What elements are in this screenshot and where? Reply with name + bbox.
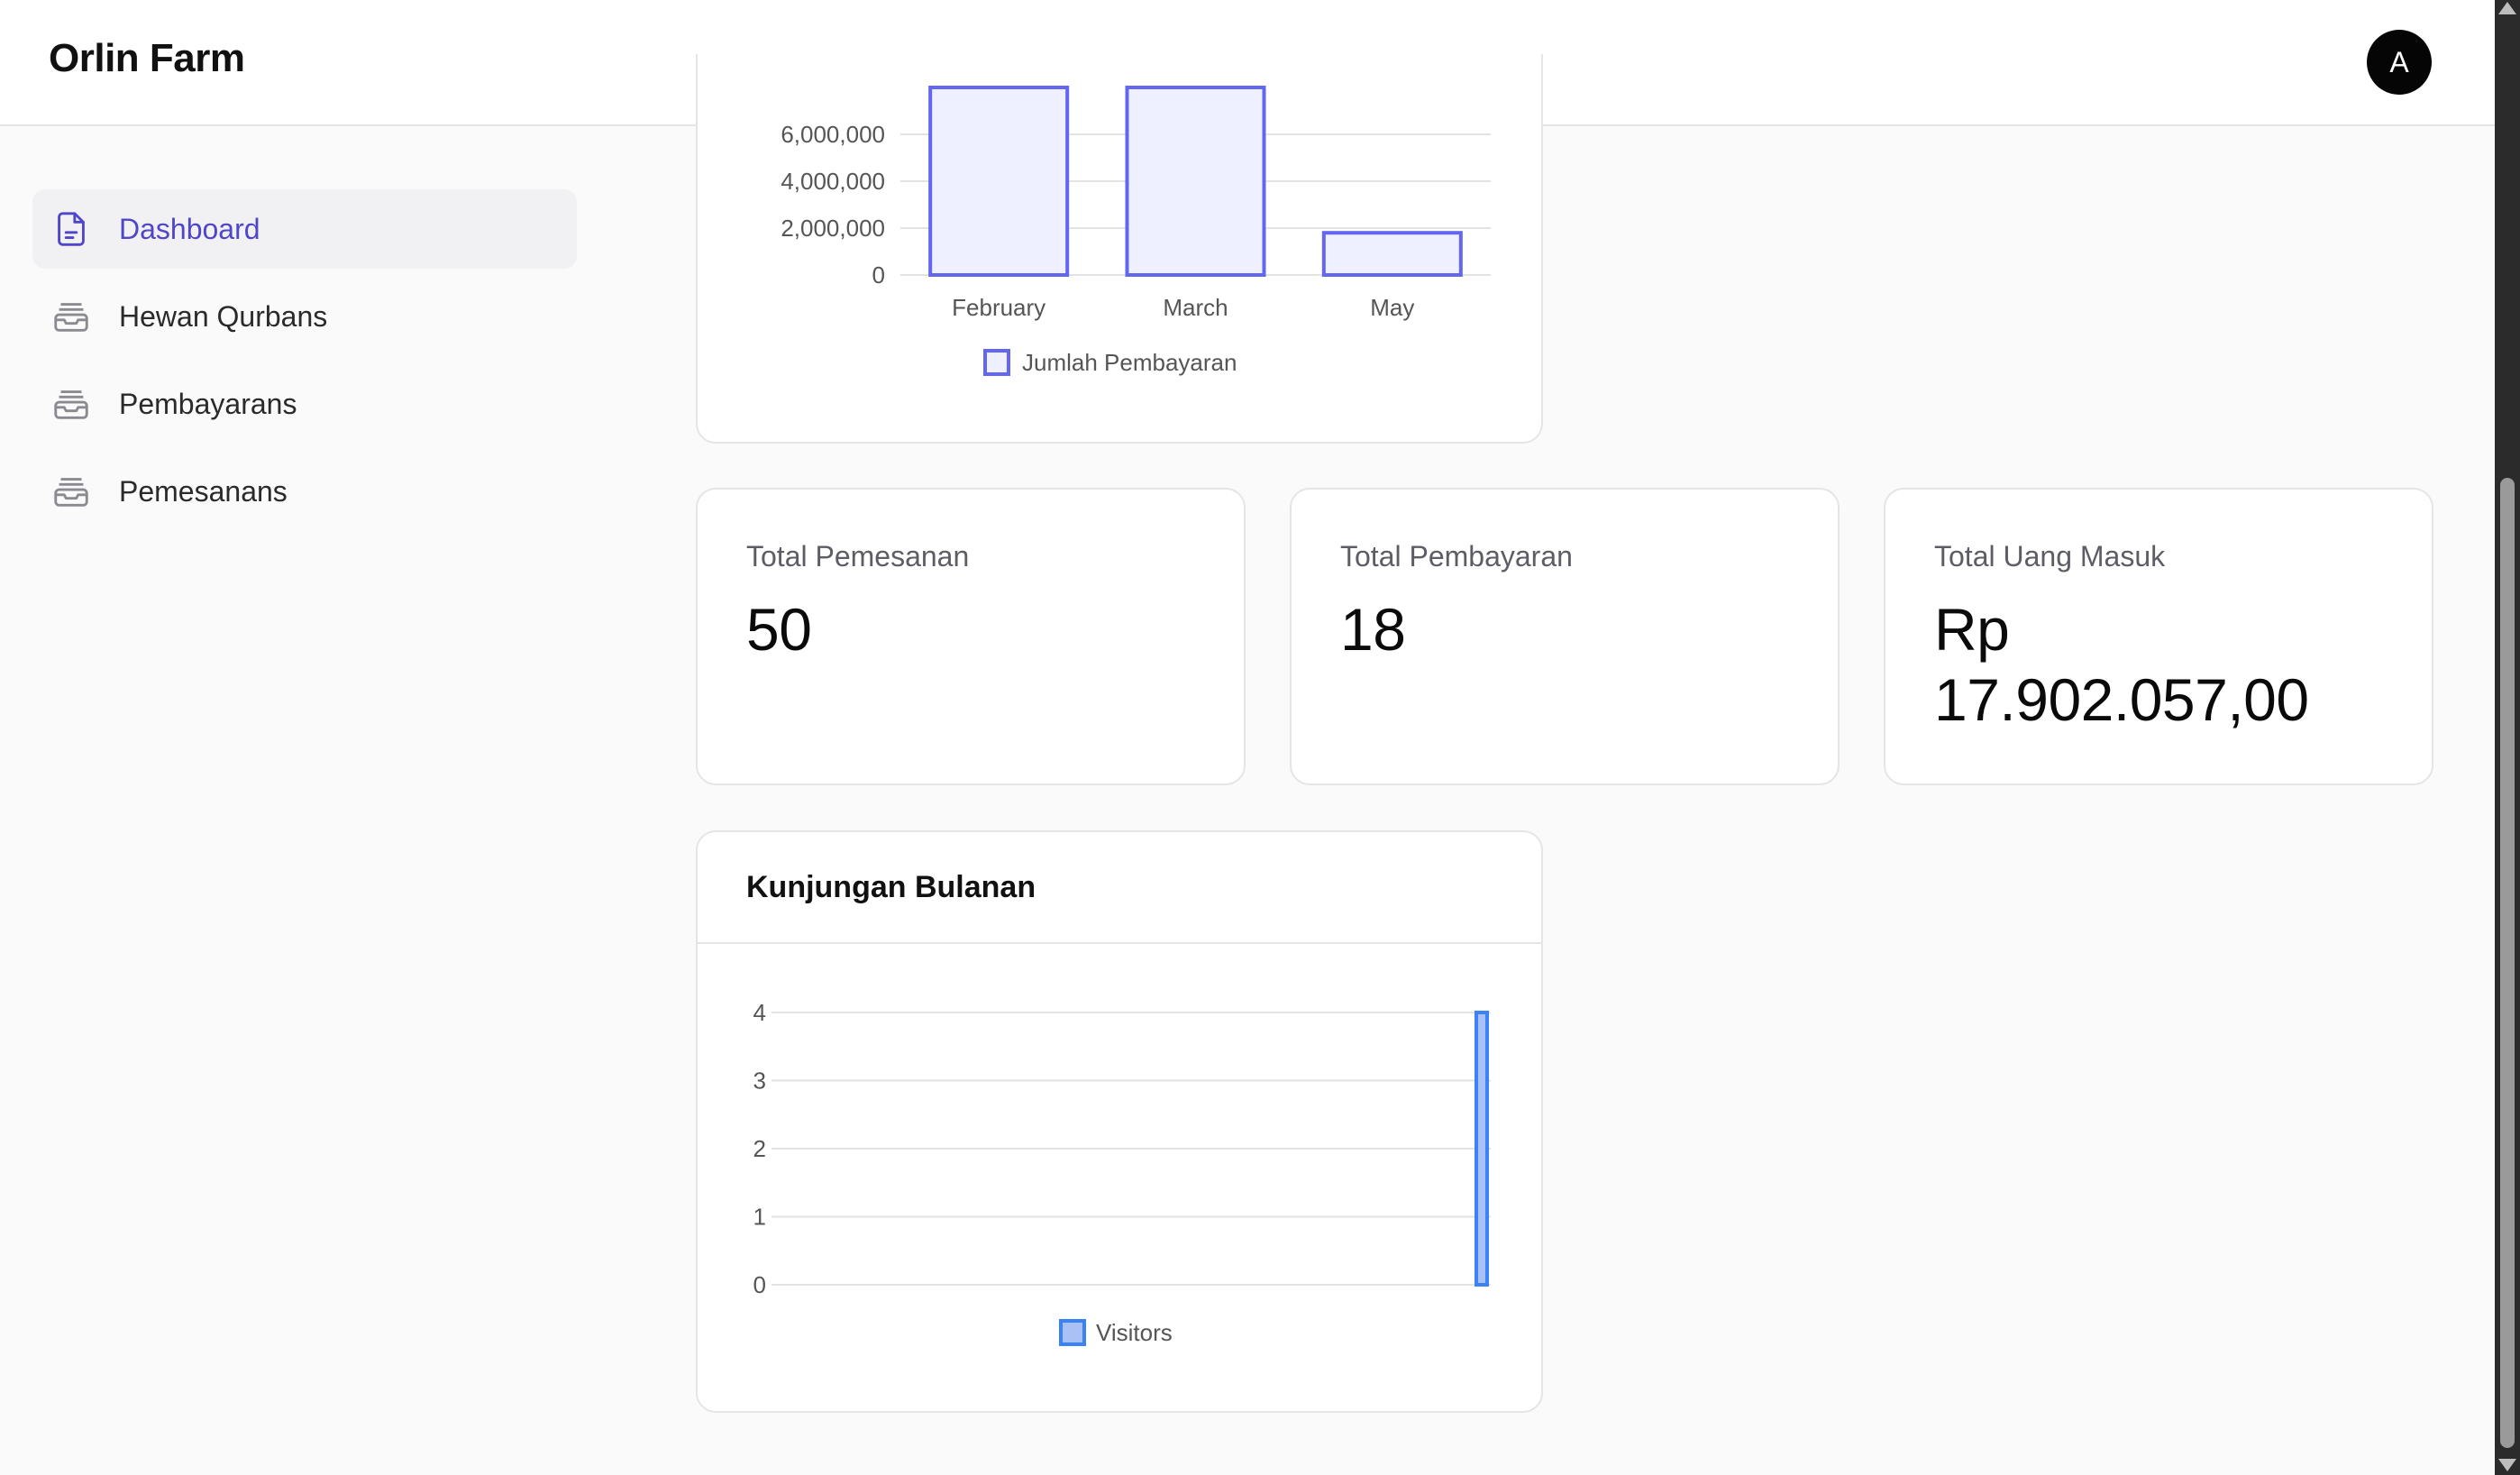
sidebar-item-hewan-qurbans[interactable]: Hewan Qurbans xyxy=(32,277,577,356)
stat-value: Rp 17.902.057,00 xyxy=(1934,594,2309,735)
page-scrollbar[interactable] xyxy=(2495,0,2520,1475)
brand-name[interactable]: Orlin Farm xyxy=(49,36,245,81)
sidebar-item-label: Hewan Qurbans xyxy=(119,299,328,333)
inbox-stack-icon xyxy=(50,471,92,512)
x-tick-label: March xyxy=(1163,294,1228,321)
y-tick-label: 4 xyxy=(753,999,766,1026)
bar[interactable] xyxy=(1125,86,1266,277)
y-tick-label: 6,000,000 xyxy=(781,121,885,148)
bar[interactable] xyxy=(1321,231,1463,277)
bar[interactable] xyxy=(928,86,1070,277)
sidebar-item-label: Pemesanans xyxy=(119,474,288,508)
stat-card-total-pemesanan: Total Pemesanan 50 xyxy=(696,488,1246,785)
stat-value-amount: 17.902.057,00 xyxy=(1934,666,2309,733)
stat-value: 50 xyxy=(746,596,812,663)
y-tick-label: 2,000,000 xyxy=(781,215,885,242)
scroll-down-arrow[interactable] xyxy=(2498,1459,2516,1471)
visitors-bar-chart: 0 1 2 3 4 Visitors xyxy=(753,999,1491,1346)
x-tick-label: February xyxy=(952,294,1045,321)
y-tick-label: 0 xyxy=(753,1271,766,1298)
sidebar-item-pembayarans[interactable]: Pembayarans xyxy=(32,364,577,444)
y-tick-label: 0 xyxy=(872,261,885,289)
monthly-visits-card: Kunjungan Bulanan 01234 Visitors xyxy=(696,830,1543,1413)
stat-title: Total Pemesanan xyxy=(746,540,970,573)
inbox-stack-icon xyxy=(50,296,92,337)
sidebar-item-label: Dashboard xyxy=(119,212,260,245)
y-tick-label: 2 xyxy=(753,1135,766,1162)
x-tick-label: May xyxy=(1370,294,1414,321)
stat-value-currency: Rp xyxy=(1934,596,2010,663)
legend-swatch xyxy=(1059,1319,1086,1346)
stat-title: Total Pembayaran xyxy=(1340,540,1573,573)
sidebar-item-label: Pembayarans xyxy=(119,387,297,420)
sidebar-item-dashboard[interactable]: Dashboard xyxy=(32,189,577,269)
y-tick-label: 1 xyxy=(753,1204,766,1231)
legend-label: Jumlah Pembayaran xyxy=(1022,349,1237,376)
document-icon xyxy=(50,208,92,250)
stat-title: Total Uang Masuk xyxy=(1934,540,2166,573)
stat-card-total-pembayaran: Total Pembayaran 18 xyxy=(1290,488,1840,785)
scroll-thumb[interactable] xyxy=(2500,478,2515,1448)
y-tick-label: 3 xyxy=(753,1067,766,1095)
y-tick-label: 4,000,000 xyxy=(781,168,885,195)
stat-card-total-uang-masuk: Total Uang Masuk Rp 17.902.057,00 xyxy=(1884,488,2433,785)
payments-chart-card: 0 2,000,000 4,000,000 6,000,000 February Mar… xyxy=(696,54,1543,444)
bar[interactable] xyxy=(1475,1011,1489,1287)
stat-value: 18 xyxy=(1340,596,1406,663)
sidebar-item-pemesanans[interactable]: Pemesanans xyxy=(32,452,577,531)
sidebar: Dashboard Hewan Qurbans Pembayarans Peme… xyxy=(32,189,577,539)
scroll-up-arrow[interactable] xyxy=(2498,2,2516,14)
legend-swatch xyxy=(983,349,1010,376)
payments-bar-chart: 0 2,000,000 4,000,000 6,000,000 February Mar… xyxy=(781,86,1491,376)
user-avatar[interactable]: A xyxy=(2367,30,2432,95)
legend-label: Visitors xyxy=(1096,1319,1173,1346)
inbox-stack-icon xyxy=(50,383,92,425)
